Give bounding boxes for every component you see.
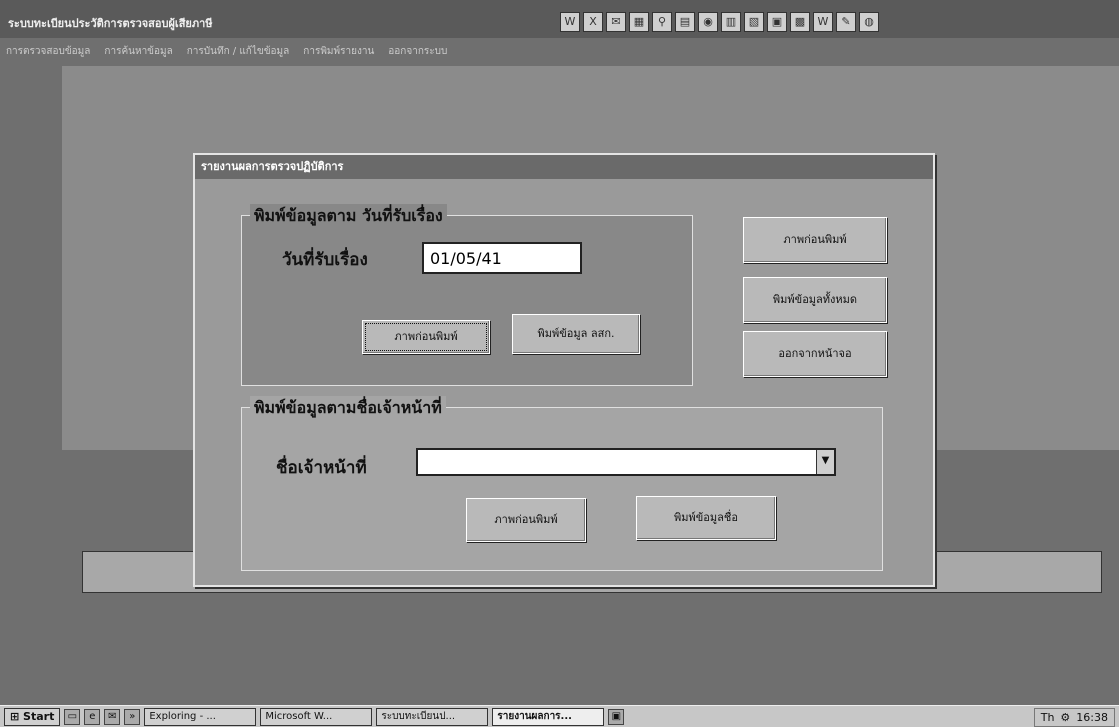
word-icon[interactable]: W [560, 12, 580, 32]
print-all-button[interactable]: พิมพ์ข้อมูลทั้งหมด [743, 277, 887, 323]
officer-group: พิมพ์ข้อมูลตามชื่อเจ้าหน้าที่ ชื่อเจ้าหน… [241, 396, 883, 571]
dialog-title: รายงานผลการตรวจปฏิบัติการ [195, 155, 933, 179]
mail-icon[interactable]: ✉ [606, 12, 626, 32]
tray-icon[interactable]: ⚙ [1060, 710, 1070, 725]
thai-keyboard-icon[interactable]: Th [1041, 710, 1055, 725]
menu-item-check[interactable]: การตรวจสอบข้อมูล [6, 44, 90, 60]
date-input[interactable] [422, 242, 582, 274]
doc-icon[interactable]: ▤ [675, 12, 695, 32]
office-toolbar: W X ✉ ▦ ⚲ ▤ ◉ ▥ ▧ ▣ ▩ W ✎ ◍ [560, 12, 879, 32]
chevron-down-icon[interactable]: ▼ [816, 450, 834, 474]
notes-icon[interactable]: ▧ [744, 12, 764, 32]
excel-icon[interactable]: X [583, 12, 603, 32]
date-field-label: วันที่รับเรื่อง [282, 250, 368, 270]
start-button[interactable]: ⊞ Start [4, 707, 61, 726]
task-button-word[interactable]: Microsoft W... [260, 707, 373, 726]
officer-preview-button[interactable]: ภาพก่อนพิมพ์ [466, 498, 586, 542]
date-group: พิมพ์ข้อมูลตาม วันที่รับเรื่อง วันที่รับ… [241, 204, 693, 386]
clock: 16:38 [1076, 711, 1108, 724]
officer-print-button[interactable]: พิมพ์ข้อมูลชื่อ [636, 496, 776, 540]
search-icon[interactable]: ⚲ [652, 12, 672, 32]
officer-group-label: พิมพ์ข้อมูลตามชื่อเจ้าหน้าที่ [250, 396, 446, 421]
system-tray: Th ⚙ 16:38 [1033, 708, 1115, 727]
start-label: Start [23, 709, 55, 723]
app-title-bar: ระบบทะเบียนประวัติการตรวจสอบผู้เสียภาษี … [0, 0, 1119, 38]
outlook-icon[interactable]: ✉ [104, 708, 121, 725]
date-group-label: พิมพ์ข้อมูลตาม วันที่รับเรื่อง [250, 204, 447, 229]
web-icon[interactable]: ◉ [698, 12, 718, 32]
task-button-report[interactable]: รายงานผลการ... [492, 707, 605, 726]
menu-item-exit[interactable]: ออกจากระบบ [388, 44, 447, 60]
book-icon[interactable]: ▩ [790, 12, 810, 32]
chart-icon[interactable]: ▥ [721, 12, 741, 32]
officer-field-label: ชื่อเจ้าหน้าที่ [276, 458, 367, 478]
date-preview-button[interactable]: ภาพก่อนพิมพ์ [362, 320, 490, 354]
exit-button[interactable]: ออกจากหน้าจอ [743, 331, 887, 377]
channels-icon[interactable]: » [124, 708, 141, 725]
globe-icon[interactable]: ◍ [859, 12, 879, 32]
folder-icon[interactable]: ▣ [767, 12, 787, 32]
taskbar: ⊞ Start ▭ e ✉ » Exploring - ... Microsof… [0, 705, 1119, 727]
task-button-app[interactable]: ระบบทะเบียนป... [376, 707, 489, 726]
side-preview-button[interactable]: ภาพก่อนพิมพ์ [743, 217, 887, 263]
word2-icon[interactable]: W [813, 12, 833, 32]
menu-bar: การตรวจสอบข้อมูล การค้นหาข้อมูล การบันทึ… [0, 44, 447, 60]
report-dialog: รายงานผลการตรวจปฏิบัติการ พิมพ์ข้อมูลตาม… [193, 153, 935, 587]
calendar-icon[interactable]: ▦ [629, 12, 649, 32]
pen-icon[interactable]: ✎ [836, 12, 856, 32]
officer-select[interactable]: ▼ [416, 448, 836, 476]
menu-item-edit[interactable]: การบันทึก / แก้ไขข้อมูล [187, 44, 290, 60]
app-title: ระบบทะเบียนประวัติการตรวจสอบผู้เสียภาษี [8, 17, 213, 30]
date-print-button[interactable]: พิมพ์ข้อมูล ลสก. [512, 314, 640, 354]
task-button-exploring[interactable]: Exploring - ... [144, 707, 257, 726]
desktop-icon[interactable]: ▭ [64, 708, 81, 725]
menu-item-report[interactable]: การพิมพ์รายงาน [303, 44, 374, 60]
menu-item-search[interactable]: การค้นหาข้อมูล [104, 44, 172, 60]
browser-icon[interactable]: e [84, 708, 101, 725]
form-icon[interactable]: ▣ [608, 708, 625, 725]
